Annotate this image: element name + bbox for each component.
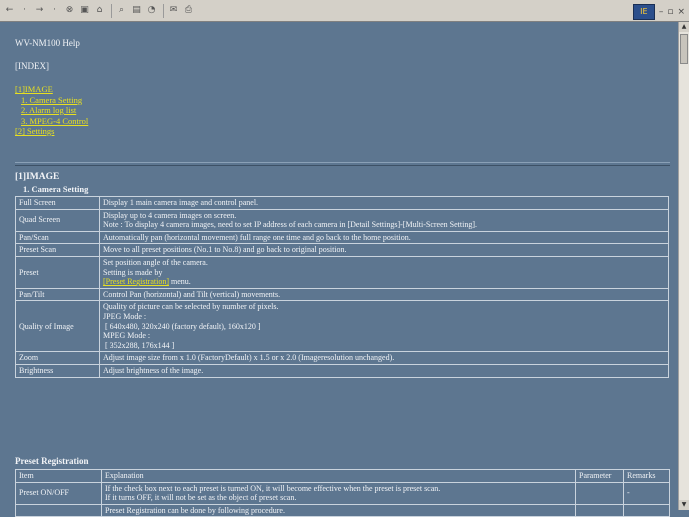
row-description: Automatically pan (horizontal movement) …: [99, 230, 669, 245]
forward-arrow-icon[interactable]: →: [33, 4, 46, 17]
favorites-icon[interactable]: ▤: [130, 4, 143, 17]
preset-registration-link[interactable]: [Preset Registration]: [103, 277, 169, 286]
nav-link-camera-setting[interactable]: 1. Camera Setting: [15, 95, 88, 106]
table-row: Full Screen Display 1 main camera image …: [15, 196, 669, 210]
table-row: Pan/Tilt Control Pan (horizontal) and Ti…: [15, 287, 669, 302]
print-icon[interactable]: ⎙: [182, 4, 195, 17]
table-header-row: Item Explanation Parameter Remarks: [15, 469, 670, 483]
table-row: Pan/Scan Automatically pan (horizontal m…: [15, 230, 669, 245]
row-explanation: Preset Registration can be done by follo…: [101, 503, 576, 517]
table-row: Preset Scan Move to all preset positions…: [15, 243, 669, 257]
row-label: Brightness: [15, 363, 100, 378]
table-row: Quad Screen Display up to 4 camera image…: [15, 208, 669, 232]
scroll-up-icon[interactable]: ▲: [679, 22, 689, 32]
row-label: Quality of Image: [15, 300, 100, 353]
row-description: Adjust image size from x 1.0 (FactoryDef…: [99, 351, 669, 365]
column-header-item: Item: [15, 469, 102, 483]
row-description: Display up to 4 camera images on screen.…: [99, 208, 669, 232]
table-row: Preset ON/OFF If the check box next to e…: [15, 481, 670, 505]
table-row: Zoom Adjust image size from x 1.0 (Facto…: [15, 351, 669, 365]
stop-icon[interactable]: ⊗: [63, 4, 76, 17]
table-row: Brightness Adjust brightness of the imag…: [15, 363, 669, 378]
section-nav: [1]IMAGE 1. Camera Setting 2. Alarm log …: [15, 84, 88, 137]
preset-registration-title: Preset Registration: [15, 456, 89, 466]
table-row: Preset Registration can be done by follo…: [15, 503, 670, 517]
row-parameter: [575, 503, 624, 517]
history-icon[interactable]: ◔: [145, 4, 158, 17]
row-item: [15, 503, 102, 517]
search-icon[interactable]: ⌕: [115, 4, 128, 17]
dropdown-icon[interactable]: ·: [18, 4, 31, 17]
row-explanation: If the check box next to each preset is …: [101, 481, 576, 505]
scroll-down-icon[interactable]: ▼: [679, 500, 689, 510]
nav-link-mpeg4-control[interactable]: 3. MPEG-4 Control: [15, 116, 88, 127]
window-controls: IE – ▫ ×: [632, 4, 685, 20]
row-description: Quality of picture can be selected by nu…: [99, 300, 669, 353]
home-icon[interactable]: ⌂: [93, 4, 106, 17]
divider: [15, 162, 670, 166]
mail-icon[interactable]: ✉: [167, 4, 180, 17]
camera-setting-table: Full Screen Display 1 main camera image …: [15, 196, 669, 378]
row-label: Preset: [15, 255, 100, 289]
row-label: Pan/Tilt: [15, 287, 100, 302]
nav-link-image[interactable]: [1]IMAGE: [15, 84, 88, 95]
row-label: Quad Screen: [15, 208, 100, 232]
row-item: Preset ON/OFF: [15, 481, 102, 505]
row-remarks: -: [623, 481, 670, 505]
row-label: Zoom: [15, 351, 100, 365]
restore-button[interactable]: ▫: [667, 7, 673, 17]
column-header-parameter: Parameter: [575, 469, 624, 483]
minimize-button[interactable]: –: [659, 7, 664, 17]
page-title: WV-NM100 Help: [15, 38, 80, 48]
row-description: Adjust brightness of the image.: [99, 363, 669, 378]
browser-toolbar: ← · → · ⊗ ▣ ⌂ ⌕ ▤ ◔ ✉ ⎙ IE – ▫ ×: [0, 0, 689, 22]
row-remarks: [623, 503, 670, 517]
row-description: Move to all preset positions (No.1 to No…: [99, 243, 669, 257]
dropdown-icon[interactable]: ·: [48, 4, 61, 17]
subsection-title: 1. Camera Setting: [23, 184, 89, 194]
row-description: Control Pan (horizontal) and Tilt (verti…: [99, 287, 669, 302]
nav-link-alarm-log[interactable]: 2. Alarm log list: [15, 105, 88, 116]
toolbar-separator: [111, 3, 112, 18]
scroll-thumb[interactable]: [680, 34, 688, 64]
browser-logo: IE: [632, 4, 655, 20]
column-header-explanation: Explanation: [101, 469, 576, 483]
row-label: Pan/Scan: [15, 230, 100, 245]
section-title: [1]IMAGE: [15, 172, 60, 182]
row-label: Preset Scan: [15, 243, 100, 257]
column-header-remarks: Remarks: [623, 469, 670, 483]
table-row: Quality of Image Quality of picture can …: [15, 300, 669, 353]
vertical-scrollbar[interactable]: ▲ ▼: [678, 22, 689, 510]
toolbar-separator: [163, 3, 164, 18]
close-button[interactable]: ×: [677, 7, 685, 17]
index-link[interactable]: [INDEX]: [15, 61, 49, 71]
nav-link-settings[interactable]: [2] Settings: [15, 126, 88, 137]
row-label: Full Screen: [15, 196, 100, 210]
row-parameter: [575, 481, 624, 505]
row-description: Set position angle of the camera. Settin…: [99, 255, 669, 289]
back-arrow-icon[interactable]: ←: [3, 4, 16, 17]
refresh-icon[interactable]: ▣: [78, 4, 91, 17]
table-row: Preset Set position angle of the camera.…: [15, 255, 669, 289]
row-description: Display 1 main camera image and control …: [99, 196, 669, 210]
